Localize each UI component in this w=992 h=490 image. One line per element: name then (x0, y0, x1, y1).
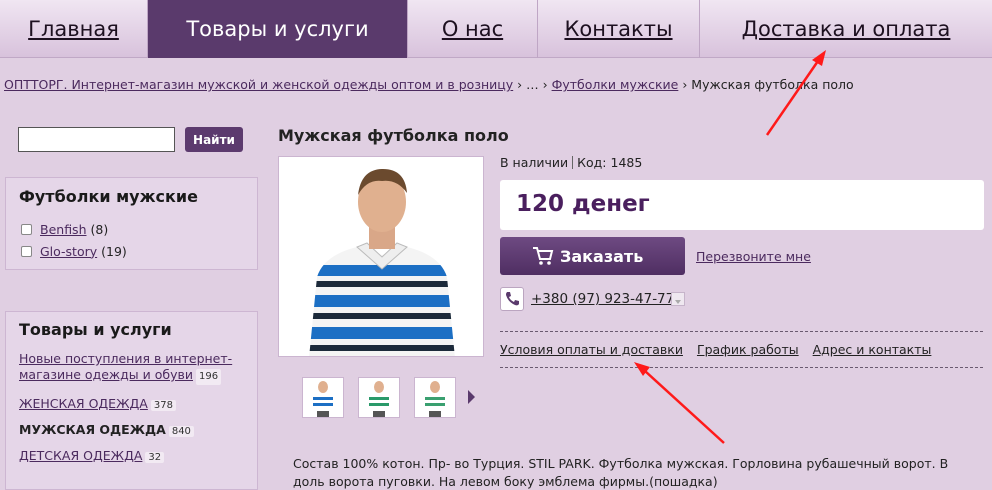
search-button[interactable]: Найти (185, 127, 243, 152)
nav-about-label: О нас (441, 17, 504, 41)
categories-title: Товары и услуги (19, 320, 172, 339)
filter-box: Футболки мужские Benfish (8) Glo-story (… (5, 177, 258, 270)
thumbnail-image (313, 381, 333, 417)
filter-item-count: (19) (101, 243, 127, 259)
checkbox[interactable] (21, 245, 32, 257)
product-description: Состав 100% котон. Пр- во Турция. STIL P… (293, 456, 949, 489)
category-item[interactable]: ДЕТСКАЯ ОДЕЖДА 32 (19, 448, 257, 463)
cart-icon (533, 247, 554, 265)
divider (500, 331, 983, 332)
nav-delivery[interactable]: Доставка и оплата (700, 0, 992, 58)
category-count: 196 (196, 369, 222, 385)
thumbnail-image (425, 381, 445, 417)
divider (500, 367, 983, 368)
filter-title: Футболки мужские (19, 187, 198, 206)
breadcrumb: ОПТТОРГ. Интернет-магазин мужской и женс… (4, 77, 854, 92)
categories-box: Товары и услуги Новые поступления в инте… (5, 311, 258, 490)
nav-contacts-label: Контакты (564, 17, 673, 41)
filter-item-count: (8) (90, 221, 109, 237)
filter-item[interactable]: Glo-story (19) (21, 240, 257, 262)
phone-icon (500, 287, 524, 311)
breadcrumb-home[interactable]: ОПТТОРГ. Интернет-магазин мужской и женс… (4, 77, 513, 92)
category-item[interactable]: ЖЕНСКАЯ ОДЕЖДА 378 (19, 396, 257, 411)
price: 120 денег (516, 191, 650, 217)
category-count: 840 (168, 426, 194, 437)
nav-products-label: Товары и услуги (186, 17, 369, 41)
category-link[interactable]: ЖЕНСКАЯ ОДЕЖДА (19, 396, 148, 411)
filter-item[interactable]: Benfish (8) (21, 218, 257, 240)
product-code: Код: 1485 (577, 155, 643, 170)
category-count: 378 (150, 400, 176, 411)
thumbnail[interactable] (414, 377, 456, 418)
annotation-arrow (644, 370, 725, 444)
category-item-active[interactable]: МУЖСКАЯ ОДЕЖДА 840 (19, 422, 257, 437)
payment-delivery-link[interactable]: Условия оплаты и доставки (500, 342, 683, 357)
breadcrumb-current: Мужская футболка поло (691, 77, 854, 92)
top-nav: Главная Товары и услуги О нас Контакты Д… (0, 0, 992, 58)
breadcrumb-category[interactable]: Футболки мужские (552, 77, 679, 92)
nav-delivery-label: Доставка и оплата (741, 17, 951, 41)
order-button[interactable]: Заказать (500, 237, 685, 275)
price-box: 120 денег (500, 180, 984, 230)
nav-home-label: Главная (28, 17, 119, 41)
breadcrumb-separator: › … › (513, 77, 552, 92)
phone-dropdown-chevron-down-icon[interactable] (671, 292, 685, 306)
category-link[interactable]: ДЕТСКАЯ ОДЕЖДА (19, 448, 142, 463)
schedule-link[interactable]: График работы (697, 342, 799, 357)
checkbox[interactable] (21, 223, 32, 235)
product-image (279, 157, 483, 356)
thumbnail-next-arrow-icon[interactable] (468, 390, 475, 404)
thumbnail-image (369, 381, 389, 417)
breadcrumb-separator: › (678, 77, 692, 92)
address-contacts-link[interactable]: Адрес и контакты (813, 342, 932, 357)
nav-products[interactable]: Товары и услуги (148, 0, 408, 58)
phone-number[interactable]: +380 (97) 923-47-77 (531, 291, 674, 307)
category-item[interactable]: Новые поступления в интернет-магазине од… (19, 351, 234, 385)
filter-item-label[interactable]: Benfish (40, 222, 87, 237)
info-links: Условия оплаты и доставки График работы … (500, 342, 931, 357)
nav-about[interactable]: О нас (408, 0, 538, 58)
separator (572, 156, 574, 169)
annotation-arrow (765, 60, 820, 136)
nav-contacts[interactable]: Контакты (538, 0, 700, 58)
thumbnail[interactable] (302, 377, 344, 418)
search-input[interactable] (18, 127, 175, 152)
order-button-label: Заказать (560, 246, 644, 266)
category-link[interactable]: МУЖСКАЯ ОДЕЖДА (19, 422, 166, 437)
thumbnail[interactable] (358, 377, 400, 418)
nav-home[interactable]: Главная (0, 0, 148, 58)
annotation-arrow-head (634, 362, 650, 376)
callback-link[interactable]: Перезвоните мне (696, 249, 811, 264)
filter-item-label[interactable]: Glo-story (40, 244, 97, 259)
stock-info: В наличии Код: 1485 (500, 155, 642, 170)
product-photo[interactable] (278, 156, 484, 357)
category-count: 32 (145, 452, 165, 463)
availability: В наличии (500, 155, 569, 170)
product-title: Мужская футболка поло (278, 126, 509, 145)
